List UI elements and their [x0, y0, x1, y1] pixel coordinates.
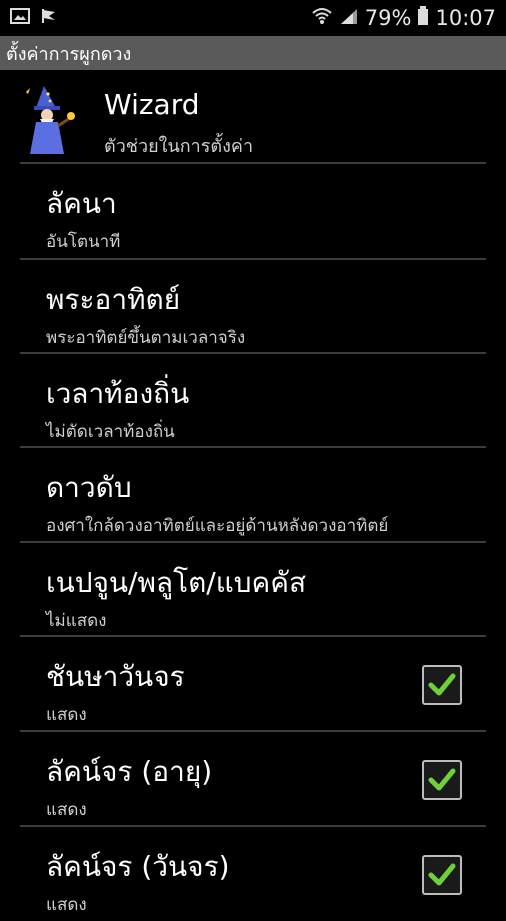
- setting-item-transit-age[interactable]: ชันษาวันจร แสดง: [0, 637, 506, 731]
- setting-checkbox[interactable]: [422, 760, 462, 800]
- status-left: [10, 7, 58, 29]
- check-icon: [428, 863, 456, 886]
- battery-icon: [417, 5, 429, 31]
- wizard-item[interactable]: Wizard ตัวช่วยในการตั้งค่า: [0, 76, 506, 162]
- setting-item-sun[interactable]: พระอาทิตย์ พระอาทิตย์ขึ้นตามเวลาจริง: [0, 260, 506, 354]
- setting-item-outer-planets[interactable]: เนปจูน/พลูโต/แบคคัส ไม่แสดง: [0, 543, 506, 637]
- setting-item-title: เนปจูน/พลูโต/แบคคัส: [46, 566, 307, 599]
- battery-percent: 79%: [364, 6, 412, 30]
- flag-icon: [40, 7, 58, 29]
- wizard-icon: [22, 84, 80, 156]
- setting-item-subtitle: แสดง: [46, 895, 87, 915]
- setting-item-subtitle: แสดง: [46, 800, 87, 820]
- setting-item-title: พระอาทิตย์: [46, 283, 181, 316]
- setting-checkbox[interactable]: [422, 855, 462, 895]
- title-bar: ตั้งค่าการผูกดวง: [0, 36, 506, 70]
- setting-item-title: ลัคน์จร (อายุ): [46, 755, 213, 788]
- setting-item-subtitle: พระอาทิตย์ขึ้นตามเวลาจริง: [46, 328, 246, 348]
- setting-checkbox[interactable]: [422, 665, 462, 705]
- setting-item-subtitle: ไม่แสดง: [46, 611, 107, 631]
- setting-item-transit-lagna-day[interactable]: ลัคน์จร (วันจร) แสดง: [0, 827, 506, 921]
- setting-item-subtitle: อันโตนาที: [46, 232, 121, 252]
- wifi-icon: [311, 6, 333, 31]
- setting-item-subtitle: องศาใกล้ดวงอาทิตย์และอยู่ด้านหลังดวงอาทิ…: [46, 516, 389, 536]
- setting-item-subtitle: ไม่ตัดเวลาท้องถิ่น: [46, 422, 175, 442]
- image-icon: [10, 7, 30, 29]
- setting-item-title: ลัคนา: [46, 187, 117, 220]
- check-icon: [428, 673, 456, 696]
- status-bar: 79% 10:07: [0, 0, 506, 36]
- setting-item-title: ดาวดับ: [46, 471, 132, 504]
- setting-item-title: ลัคน์จร (วันจร): [46, 850, 230, 883]
- setting-item-local-time[interactable]: เวลาท้องถิ่น ไม่ตัดเวลาท้องถิ่น: [0, 354, 506, 448]
- setting-item-subtitle: แสดง: [46, 705, 87, 725]
- setting-item-ascendant[interactable]: ลัคนา อันโตนาที: [0, 164, 506, 258]
- setting-item-combust[interactable]: ดาวดับ องศาใกล้ดวงอาทิตย์และอยู่ด้านหลัง…: [0, 448, 506, 542]
- status-right: 79% 10:07: [311, 5, 496, 31]
- page-title: ตั้งค่าการผูกดวง: [6, 43, 132, 65]
- check-icon: [428, 768, 456, 791]
- wizard-title: Wizard: [104, 88, 200, 121]
- setting-item-title: เวลาท้องถิ่น: [46, 377, 190, 410]
- wizard-subtitle: ตัวช่วยในการตั้งค่า: [104, 136, 254, 157]
- clock: 10:07: [435, 6, 496, 30]
- setting-item-transit-lagna-age[interactable]: ลัคน์จร (อายุ) แสดง: [0, 732, 506, 826]
- setting-item-title: ชันษาวันจร: [46, 660, 185, 693]
- signal-icon: [339, 6, 359, 30]
